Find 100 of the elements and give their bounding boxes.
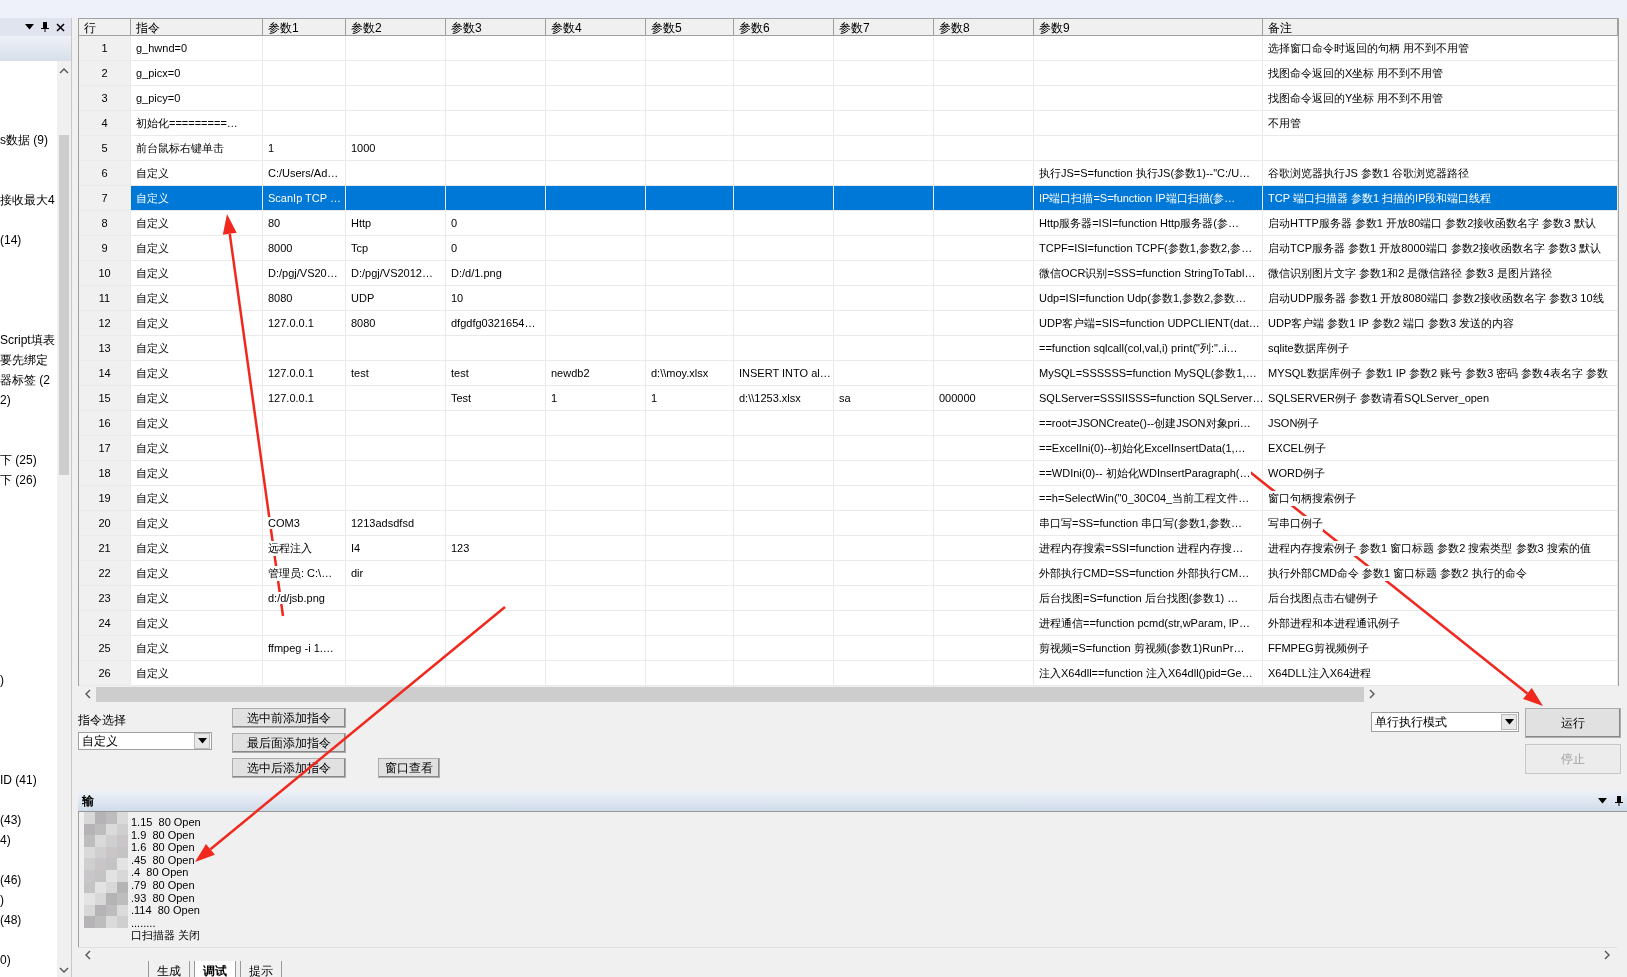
output-line: .79 80 Open: [131, 878, 196, 892]
column-header[interactable]: 参数1: [263, 19, 346, 36]
row-number: 2: [79, 61, 131, 86]
scroll-thumb[interactable]: [59, 135, 69, 475]
table-cell: 注入X64dll==function 注入X64dll()pid=Ge…: [1034, 661, 1263, 686]
table-cell[interactable]: 自定义: [131, 611, 263, 636]
run-button[interactable]: 运行: [1525, 708, 1621, 738]
table-cell: ffmpeg -i 1.…: [263, 636, 346, 661]
table-cell[interactable]: 自定义: [131, 486, 263, 511]
column-header[interactable]: 备注: [1263, 19, 1618, 36]
table-cell: SQLSERVER例子 参数请看SQLServer_open: [1263, 386, 1618, 411]
tree-item[interactable]: ID (41): [0, 773, 37, 787]
table-cell: 1: [646, 386, 734, 411]
table-cell: ==h=SelectWin("0_30C04_当前工程文件…: [1034, 486, 1263, 511]
column-header[interactable]: 参数8: [934, 19, 1034, 36]
tree-item[interactable]: 接收最大4: [0, 191, 55, 209]
command-dropdown[interactable]: 自定义: [78, 732, 212, 750]
table-cell[interactable]: 初始化=========…: [131, 111, 263, 136]
table-cell[interactable]: 自定义: [131, 286, 263, 311]
output-line: 1.6 80 Open: [131, 841, 196, 854]
table-cell: 000000: [934, 386, 1034, 411]
close-icon[interactable]: [56, 22, 65, 32]
tree-item[interactable]: 器标签 (2: [0, 371, 50, 389]
tree-item[interactable]: 4): [0, 833, 11, 847]
column-header[interactable]: 指令: [131, 19, 263, 36]
tree-item[interactable]: (14): [0, 233, 22, 247]
table-cell: 启动TCP服务器 参数1 开放8000端口 参数2接收函数名字 参数3 默认: [1263, 236, 1618, 261]
table-cell[interactable]: g_picx=0: [131, 61, 263, 86]
table-cell[interactable]: 自定义: [131, 186, 263, 211]
table-cell: COM3: [263, 511, 346, 536]
scroll-thumb[interactable]: [96, 686, 1364, 702]
row-number: 11: [79, 286, 131, 311]
dropdown-arrow-icon[interactable]: [197, 738, 207, 744]
table-cell: Test: [446, 386, 546, 411]
tree-item[interactable]: s数据 (9): [0, 131, 48, 149]
table-cell: FFMPEG剪视频例子: [1263, 636, 1618, 661]
column-header[interactable]: 参数7: [834, 19, 934, 36]
table-cell[interactable]: 自定义: [131, 336, 263, 361]
table-cell[interactable]: 自定义: [131, 236, 263, 261]
table-cell: 找图命令返回的Y坐标 用不到不用管: [1263, 86, 1618, 111]
pin-icon[interactable]: [41, 22, 49, 32]
table-cell[interactable]: 自定义: [131, 436, 263, 461]
scrollbar[interactable]: [57, 61, 71, 977]
tree-item[interactable]: 下 (26): [0, 471, 37, 489]
pin-icon[interactable]: [1615, 796, 1623, 806]
column-header[interactable]: 行: [79, 19, 131, 36]
table-cell: WORD例子: [1263, 461, 1618, 486]
table-cell[interactable]: 前台鼠标右键单击: [131, 136, 263, 161]
table-cell[interactable]: 自定义: [131, 536, 263, 561]
row-number: 21: [79, 536, 131, 561]
column-header[interactable]: 参数9: [1034, 19, 1263, 36]
tree-item[interactable]: 0): [0, 953, 11, 967]
table-cell[interactable]: 自定义: [131, 461, 263, 486]
tab[interactable]: 调试: [194, 961, 236, 977]
column-header[interactable]: 参数5: [646, 19, 734, 36]
mode-dropdown[interactable]: 单行执行模式: [1371, 712, 1519, 732]
table-cell: I4: [346, 536, 446, 561]
row-number: 26: [79, 661, 131, 686]
table-cell[interactable]: 自定义: [131, 511, 263, 536]
window-view-button[interactable]: 窗口查看: [378, 758, 440, 778]
column-header[interactable]: 参数6: [734, 19, 834, 36]
table-cell: 1213adsdfsd: [346, 511, 446, 536]
dropdown-icon[interactable]: [25, 24, 34, 30]
tree-item[interactable]: ): [0, 673, 4, 687]
table-cell[interactable]: 自定义: [131, 311, 263, 336]
dropdown-icon[interactable]: [1598, 798, 1607, 804]
table-cell[interactable]: 自定义: [131, 586, 263, 611]
dropdown-arrow-icon[interactable]: [1504, 719, 1514, 725]
tab[interactable]: 生成: [148, 961, 190, 977]
table-cell: 远程注入: [263, 536, 346, 561]
add-command-button[interactable]: 选中前添加指令: [232, 708, 346, 728]
tab[interactable]: 提示: [240, 961, 282, 977]
tree-item[interactable]: 下 (25): [0, 451, 37, 469]
row-number: 16: [79, 411, 131, 436]
tree-item[interactable]: 要先绑定: [0, 351, 48, 369]
row-number: 12: [79, 311, 131, 336]
table-cell[interactable]: 自定义: [131, 261, 263, 286]
table-cell[interactable]: 自定义: [131, 386, 263, 411]
output-line: 1.15 80 Open: [131, 816, 202, 829]
table-cell[interactable]: 自定义: [131, 411, 263, 436]
table-cell: 启动UDP服务器 参数1 开放8080端口 参数2接收函数名字 参数3 10线: [1263, 286, 1618, 311]
tree-item[interactable]: 2): [0, 393, 11, 407]
tree-item[interactable]: Script填表: [0, 331, 55, 349]
column-header[interactable]: 参数3: [446, 19, 546, 36]
tree-item[interactable]: (46): [0, 873, 22, 887]
tree-item[interactable]: (43): [0, 813, 22, 827]
tree-item[interactable]: (48): [0, 913, 22, 927]
table-cell[interactable]: g_picy=0: [131, 86, 263, 111]
table-cell[interactable]: 自定义: [131, 561, 263, 586]
row-number: 7: [79, 186, 131, 211]
tree-item[interactable]: ): [0, 893, 4, 907]
column-header[interactable]: 参数4: [546, 19, 646, 36]
table-cell[interactable]: 自定义: [131, 361, 263, 386]
column-header[interactable]: 参数2: [346, 19, 446, 36]
table-cell: 8080: [263, 286, 346, 311]
table-cell: D:/pgj/VS2012…: [346, 261, 446, 286]
output-line: ........: [131, 916, 157, 930]
table-cell[interactable]: 自定义: [131, 636, 263, 661]
add-command-button[interactable]: 最后面添加指令: [232, 733, 346, 753]
table-cell[interactable]: g_hwnd=0: [131, 36, 263, 61]
